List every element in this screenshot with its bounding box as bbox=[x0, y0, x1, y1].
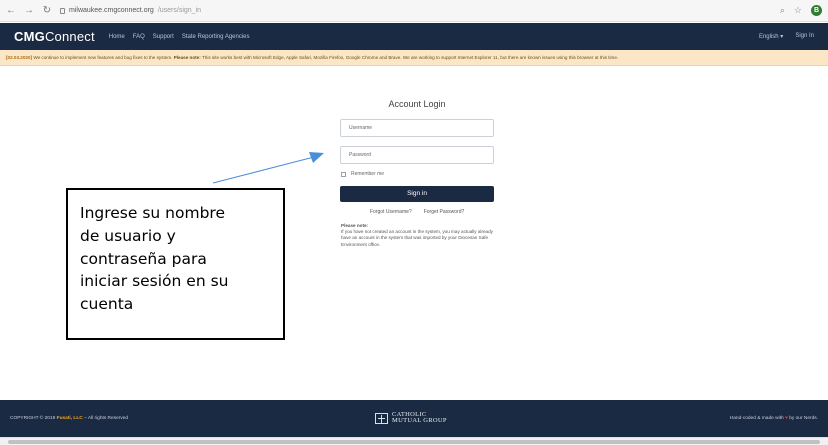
callout-line: contraseña para bbox=[80, 249, 207, 268]
callout-line: iniciar sesión en su bbox=[80, 272, 229, 291]
nav-support[interactable]: Support bbox=[153, 34, 174, 40]
scrollbar-thumb[interactable] bbox=[8, 440, 820, 444]
notice-date: [02.03.2020] bbox=[6, 55, 33, 60]
forgot-links: Forgot Username? Forget Password? bbox=[370, 209, 464, 215]
main-nav: Home FAQ Support State Reporting Agencie… bbox=[109, 34, 250, 40]
brand-bold: CMG bbox=[14, 29, 45, 44]
callout-line: cuenta bbox=[80, 295, 134, 314]
page: ← → ↻ milwaukee.cmgconnect.org/users/sig… bbox=[0, 0, 828, 445]
remember-checkbox[interactable] bbox=[341, 171, 346, 177]
horizontal-scrollbar[interactable] bbox=[0, 437, 828, 445]
notice-text-1: We continue to implement new features an… bbox=[32, 55, 174, 60]
made-suffix: by our Nerds. bbox=[787, 416, 818, 421]
header-signin-link[interactable]: Sign In bbox=[795, 33, 814, 40]
app-header: CMGConnect Home FAQ Support State Report… bbox=[0, 23, 828, 50]
arrow-line bbox=[212, 156, 315, 184]
nav-home[interactable]: Home bbox=[109, 34, 125, 40]
forgot-username-link[interactable]: Forgot Username? bbox=[370, 209, 412, 215]
copyright: COPYRIGHT © 2019 Fusati, LLC – All right… bbox=[10, 416, 128, 421]
forward-arrow-icon[interactable]: → bbox=[24, 5, 34, 16]
callout-line: de usuario y bbox=[80, 226, 176, 245]
url-path: /users/sign_in bbox=[157, 7, 202, 14]
nav-faq[interactable]: FAQ bbox=[133, 34, 145, 40]
login-title: Account Login bbox=[388, 99, 446, 109]
profile-avatar[interactable]: B bbox=[811, 5, 822, 16]
password-input[interactable]: Password bbox=[340, 146, 494, 164]
brand-rest: Connect bbox=[44, 29, 95, 44]
notice-banner: [02.03.2020] We continue to implement ne… bbox=[0, 50, 828, 66]
username-input[interactable]: Username bbox=[340, 119, 494, 137]
zoom-icon[interactable]: ⌕ bbox=[780, 5, 785, 16]
made-with: Hand-coded & made with ♥ by our Nerds. bbox=[730, 416, 818, 421]
catholic-mutual-logo: CATHOLIC MUTUAL GROUP bbox=[375, 411, 447, 424]
footer: COPYRIGHT © 2019 Fusati, LLC – All right… bbox=[0, 400, 828, 437]
forgot-password-link[interactable]: Forget Password? bbox=[424, 209, 465, 215]
login-note: Please note: If you have not created an … bbox=[341, 223, 501, 248]
copyright-text: COPYRIGHT © 2019 bbox=[10, 416, 57, 421]
company-link[interactable]: Fusati, LLC bbox=[57, 416, 83, 421]
logo-line-2: MUTUAL GROUP bbox=[392, 417, 447, 424]
cross-logo-icon bbox=[375, 412, 388, 424]
sign-in-button[interactable]: Sign in bbox=[340, 186, 494, 202]
remember-me[interactable]: Remember me bbox=[341, 171, 384, 177]
url-host: milwaukee.cmgconnect.org bbox=[69, 7, 154, 14]
rights-text: – All rights Reserved bbox=[82, 416, 129, 421]
made-prefix: Hand-coded & made with bbox=[729, 416, 785, 421]
lock-icon bbox=[60, 7, 65, 14]
brand-logo[interactable]: CMGConnect bbox=[14, 29, 95, 44]
note-text: If you have not created an account in th… bbox=[341, 229, 493, 247]
arrow-head bbox=[309, 152, 324, 163]
back-arrow-icon[interactable]: ← bbox=[6, 5, 16, 16]
reload-icon[interactable]: ↻ bbox=[42, 5, 52, 16]
nav-state-reporting[interactable]: State Reporting Agencies bbox=[182, 34, 250, 40]
notice-text-2: This site works best with Microsoft Edge… bbox=[200, 55, 619, 60]
language-dropdown[interactable]: English ▾ bbox=[759, 33, 783, 40]
browser-toolbar: ← → ↻ milwaukee.cmgconnect.org/users/sig… bbox=[0, 0, 828, 22]
instruction-callout: Ingrese su nombre de usuario y contraseñ… bbox=[66, 188, 285, 340]
remember-label: Remember me bbox=[351, 171, 385, 177]
notice-bold: Please note: bbox=[173, 55, 201, 60]
bookmark-star-icon[interactable]: ☆ bbox=[794, 5, 802, 16]
address-bar[interactable]: milwaukee.cmgconnect.org/users/sign_in bbox=[60, 4, 270, 18]
callout-line: Ingrese su nombre bbox=[80, 204, 225, 222]
